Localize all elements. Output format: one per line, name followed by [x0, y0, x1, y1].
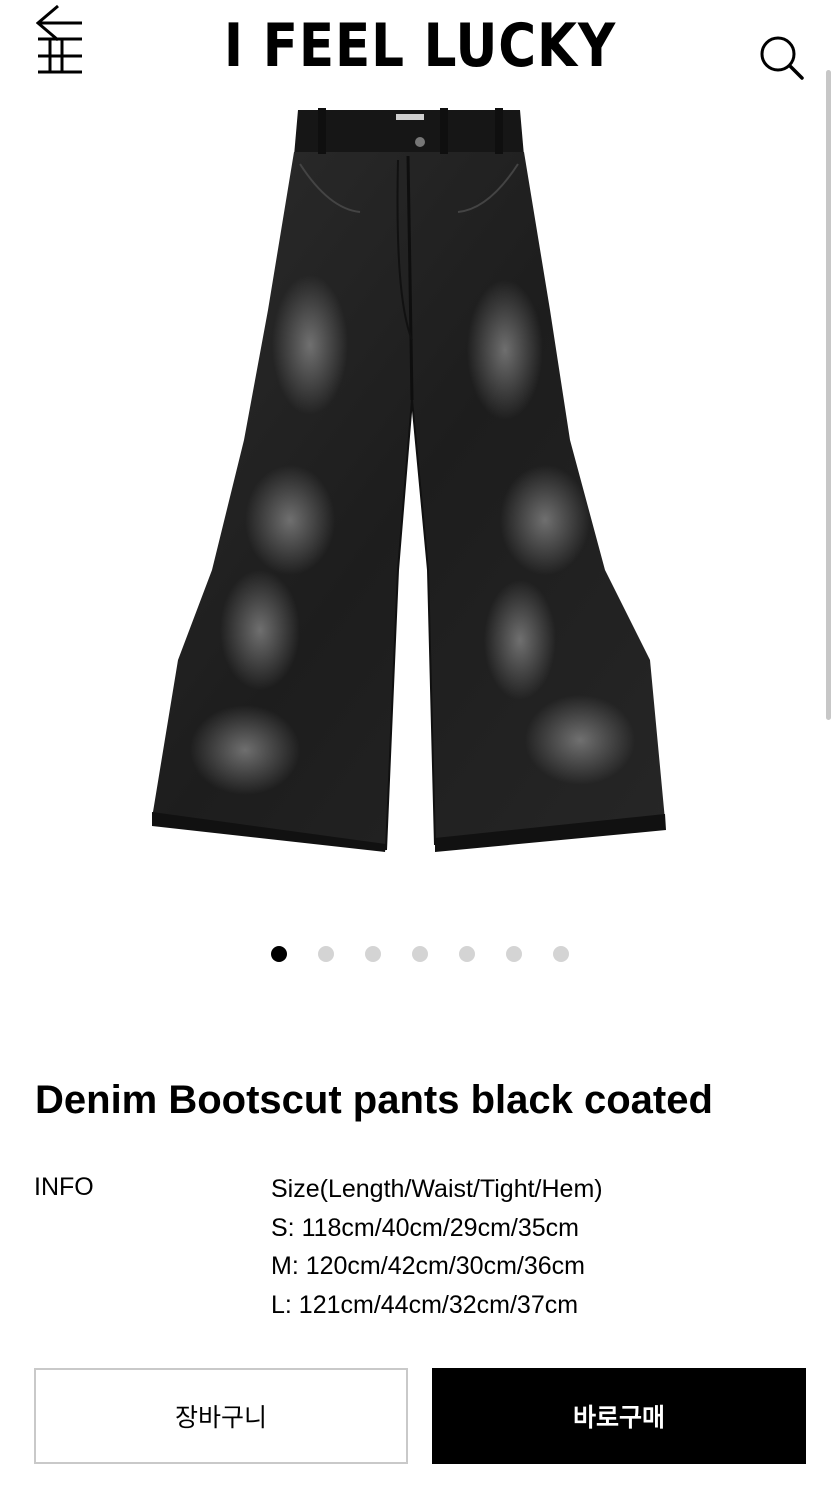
- scrollbar[interactable]: [826, 70, 831, 720]
- pager-dot[interactable]: [506, 946, 522, 962]
- add-to-cart-button[interactable]: 장바구니: [34, 1368, 408, 1464]
- product-title: Denim Bootscut pants black coated: [35, 1078, 713, 1122]
- size-info-line: L: 121cm/44cm/32cm/37cm: [271, 1290, 579, 1319]
- pager-dot[interactable]: [459, 946, 475, 962]
- size-info-line: Size(Length/Waist/Tight/Hem): [271, 1175, 603, 1203]
- size-info: Size(Length/Waist/Tight/Hem) S: 118cm/40…: [271, 1170, 603, 1324]
- pager-dot[interactable]: [271, 946, 287, 962]
- brand-logo[interactable]: I FEEL LUCKY: [59, 6, 781, 86]
- pager-dot[interactable]: [412, 946, 428, 962]
- image-pager: [0, 946, 840, 966]
- size-info-line: S: 118cm/40cm/29cm/35cm: [271, 1213, 579, 1242]
- pager-dot[interactable]: [318, 946, 334, 962]
- search-icon[interactable]: [758, 34, 806, 82]
- pager-dot[interactable]: [365, 946, 381, 962]
- size-info-line: M: 120cm/42cm/30cm/36cm: [271, 1252, 585, 1280]
- buy-now-button[interactable]: 바로구매: [432, 1368, 806, 1464]
- info-label: INFO: [34, 1173, 94, 1201]
- pager-dot[interactable]: [553, 946, 569, 962]
- header: I FEEL LUCKY: [0, 0, 840, 100]
- product-image[interactable]: [150, 100, 670, 860]
